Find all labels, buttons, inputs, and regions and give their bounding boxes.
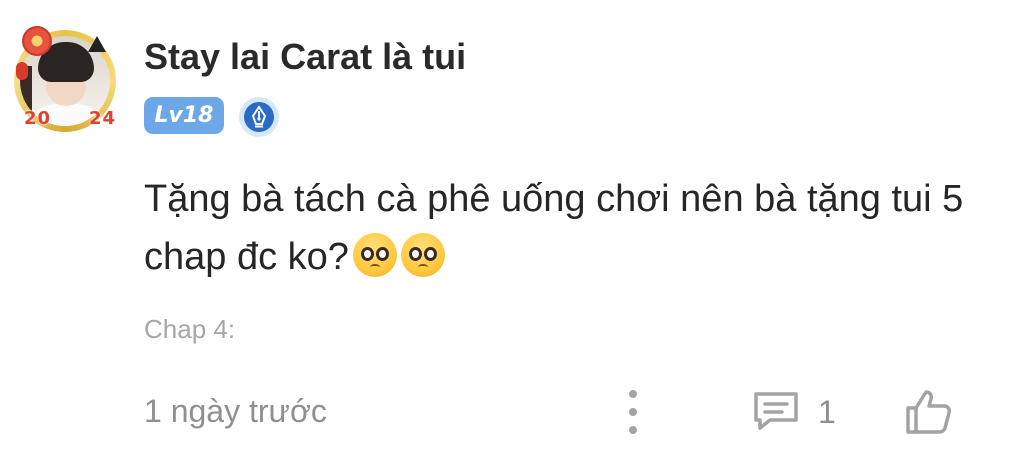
ears-decoration-icon bbox=[88, 36, 106, 52]
timestamp: 1 ngày trước bbox=[144, 393, 327, 429]
user-avatar[interactable]: 20 24 bbox=[10, 22, 122, 134]
username[interactable]: Stay lai Carat là tui bbox=[144, 36, 466, 78]
chapter-reference[interactable]: Chap 4: bbox=[144, 314, 235, 345]
comment-bubble-icon[interactable] bbox=[748, 386, 804, 436]
reply-count[interactable]: 1 bbox=[818, 394, 836, 431]
flower-decoration-icon bbox=[22, 26, 52, 56]
frame-year-right: 24 bbox=[88, 108, 116, 129]
pen-nib-badge-icon bbox=[239, 97, 279, 137]
lantern-decoration-icon bbox=[16, 62, 28, 80]
level-badge: Lv18 bbox=[144, 97, 224, 134]
comment-text: Tặng bà tách cà phê uống chơi nên bà tặn… bbox=[144, 170, 964, 286]
comment-body: Tặng bà tách cà phê uống chơi nên bà tặn… bbox=[144, 178, 964, 278]
pleading-face-emoji-icon bbox=[352, 233, 397, 277]
pleading-face-emoji-icon bbox=[400, 233, 445, 277]
avatar-frame-year: 20 24 bbox=[24, 108, 116, 129]
frame-year-left: 20 bbox=[24, 108, 52, 129]
vertical-dots-icon[interactable] bbox=[620, 390, 646, 434]
thumbs-up-icon[interactable] bbox=[900, 386, 956, 436]
